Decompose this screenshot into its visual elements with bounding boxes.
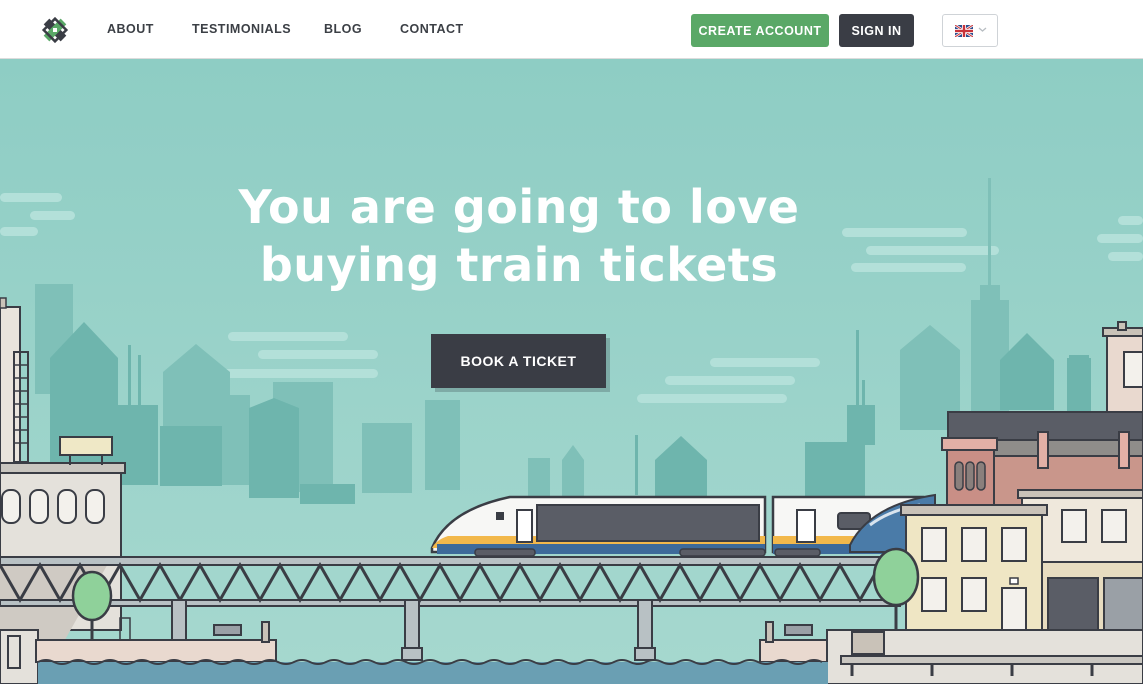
hero-title-line-1: You are going to love xyxy=(238,180,800,234)
nav-about[interactable]: ABOUT xyxy=(107,22,154,36)
nav-testimonials[interactable]: TESTIMONIALS xyxy=(192,22,291,36)
hero-title-line-2: buying train tickets xyxy=(259,238,779,292)
nav-blog[interactable]: BLOG xyxy=(324,22,362,36)
sign-in-button[interactable]: SIGN IN xyxy=(839,14,914,47)
chevron-down-icon xyxy=(978,27,987,32)
uk-flag-icon xyxy=(955,25,973,37)
train xyxy=(430,493,936,557)
nav-contact[interactable]: CONTACT xyxy=(400,22,464,36)
navbar: ABOUT TESTIMONIALS BLOG CONTACT CREATE A… xyxy=(0,0,1143,59)
language-selector[interactable] xyxy=(942,14,998,47)
create-account-button[interactable]: CREATE ACCOUNT xyxy=(691,14,829,47)
logo-icon[interactable] xyxy=(38,13,72,47)
hero-title: You are going to love buying train ticke… xyxy=(160,178,878,294)
river xyxy=(38,662,828,684)
book-ticket-button[interactable]: BOOK A TICKET xyxy=(431,334,606,388)
